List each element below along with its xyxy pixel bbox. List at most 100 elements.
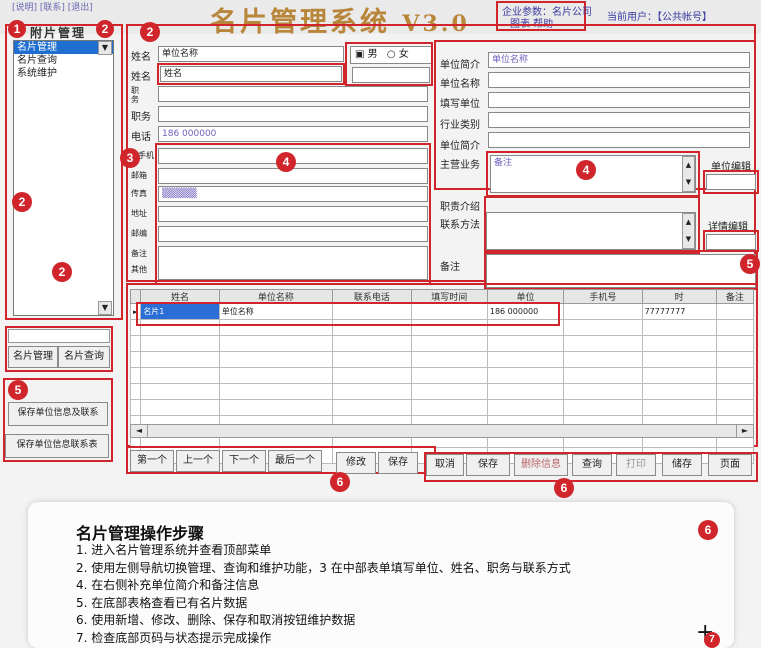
table-cell[interactable] — [486, 367, 565, 384]
table-cell[interactable] — [563, 303, 643, 320]
unit-name-input[interactable]: 单位名称 — [158, 46, 344, 62]
addr-label: 地址 — [131, 209, 147, 218]
table-cell[interactable] — [140, 335, 220, 352]
table-row-empty[interactable] — [129, 399, 755, 416]
table-cell[interactable] — [129, 383, 142, 400]
table-row-empty[interactable] — [129, 383, 755, 400]
table-cell[interactable] — [332, 383, 412, 400]
store-button[interactable]: 储存 — [662, 454, 702, 476]
table-hscroll-right[interactable]: ► — [736, 424, 754, 438]
table-cell[interactable] — [641, 351, 717, 368]
top-links[interactable]: [说明] [联系] [退出] — [12, 0, 93, 13]
table-cell[interactable] — [563, 335, 643, 352]
table-cell[interactable] — [218, 367, 334, 384]
save-unit-record-button[interactable]: 保存单位信息联系表 — [5, 434, 109, 458]
table-cell[interactable] — [129, 399, 142, 416]
col-header[interactable]: 时 — [641, 289, 717, 304]
table-cell[interactable] — [486, 351, 565, 368]
unit-brief-field[interactable] — [488, 132, 750, 148]
table-cell[interactable] — [641, 383, 717, 400]
table-cell[interactable] — [140, 383, 220, 400]
save-button[interactable]: 保存 — [378, 452, 418, 474]
save-unit-contact-button[interactable]: 保存单位信息及联系 — [8, 402, 108, 426]
table-hscroll-left[interactable]: ◄ — [130, 424, 148, 438]
tab-query[interactable]: 名片查询 — [58, 346, 110, 368]
table-hscroll[interactable] — [130, 424, 754, 438]
table-cell[interactable] — [715, 303, 755, 320]
table-cell[interactable] — [410, 367, 488, 384]
table-cell[interactable] — [563, 399, 643, 416]
table-cell[interactable] — [715, 399, 755, 416]
table-row-empty[interactable] — [129, 335, 755, 352]
table-cell[interactable] — [332, 351, 412, 368]
table-cell[interactable] — [140, 351, 220, 368]
tab-manage[interactable]: 名片管理 — [8, 346, 58, 368]
table-cell[interactable] — [140, 367, 220, 384]
table-cell[interactable] — [410, 351, 488, 368]
table-body: ► 名片1 单位名称 186 000000 77777777 — [129, 303, 755, 464]
table-cell[interactable] — [410, 335, 488, 352]
table-cell[interactable] — [563, 383, 643, 400]
table-cell[interactable] — [486, 399, 565, 416]
table-cell[interactable]: 77777777 — [641, 303, 717, 320]
unit-intro-input[interactable]: 单位名称 — [488, 52, 750, 68]
table-cell[interactable] — [218, 399, 334, 416]
table-cell[interactable] — [218, 335, 334, 352]
table-cell[interactable] — [641, 367, 717, 384]
table-cell[interactable] — [129, 351, 142, 368]
sidebar-scroll-button[interactable]: ▼ — [98, 41, 112, 55]
first-button[interactable]: 第一个 — [130, 450, 174, 472]
modify-button[interactable]: 修改 — [336, 452, 376, 474]
duty-input[interactable] — [158, 106, 428, 122]
col-header[interactable]: 备注 — [715, 289, 755, 304]
last-button[interactable]: 最后一个 — [268, 450, 322, 472]
table-cell[interactable] — [486, 335, 565, 352]
steps-title: 名片管理操作步骤 — [76, 524, 205, 543]
phone-input[interactable]: 186 000000 — [158, 126, 428, 142]
fill-unit-field[interactable] — [488, 92, 750, 108]
table-cell[interactable] — [563, 319, 643, 336]
table-cell[interactable] — [641, 319, 717, 336]
table-cell[interactable] — [563, 367, 643, 384]
table-cell[interactable] — [218, 383, 334, 400]
contact-method-label: 联系方法 — [440, 220, 480, 231]
cancel-button[interactable]: 取消 — [426, 454, 464, 476]
table-cell[interactable] — [129, 367, 142, 384]
table-cell[interactable] — [332, 367, 412, 384]
query-button[interactable]: 查询 — [572, 454, 612, 476]
page-button[interactable]: 页面 — [708, 454, 752, 476]
keep-button[interactable]: 保存 — [466, 454, 510, 476]
table-cell[interactable] — [410, 399, 488, 416]
table-cell[interactable] — [332, 335, 412, 352]
print-button[interactable]: 打印 — [616, 454, 656, 476]
duty-input-a[interactable] — [158, 86, 428, 102]
table-row-empty[interactable] — [129, 351, 755, 368]
table-cell[interactable] — [641, 399, 717, 416]
col-header[interactable]: 手机号 — [563, 289, 643, 304]
sidebar-item-query[interactable]: 名片查询 — [14, 54, 113, 67]
table-cell[interactable] — [410, 383, 488, 400]
table-cell[interactable] — [715, 383, 755, 400]
table-cell[interactable] — [715, 335, 755, 352]
sidebar-scroll-bottom[interactable]: ▼ — [98, 301, 112, 315]
first-row-highlight — [136, 302, 560, 326]
table-cell[interactable] — [563, 351, 643, 368]
delete-info-button[interactable]: 删除信息 — [514, 454, 568, 476]
table-cell[interactable] — [332, 399, 412, 416]
table-cell[interactable] — [715, 351, 755, 368]
table-cell[interactable] — [218, 351, 334, 368]
table-cell[interactable] — [140, 399, 220, 416]
table-cell[interactable] — [129, 335, 142, 352]
note-label: 备注 — [440, 262, 460, 273]
unit-name-field[interactable] — [488, 72, 750, 88]
next-button[interactable]: 下一个 — [222, 450, 266, 472]
table-cell[interactable] — [486, 383, 565, 400]
table-row-empty[interactable] — [129, 367, 755, 384]
gender-extra-input[interactable] — [352, 67, 430, 83]
table-cell[interactable] — [715, 319, 755, 336]
table-cell[interactable] — [715, 367, 755, 384]
prev-button[interactable]: 上一个 — [176, 450, 220, 472]
sidebar-item-maintain[interactable]: 系统维护 — [14, 67, 113, 80]
table-cell[interactable] — [641, 335, 717, 352]
industry-field[interactable] — [488, 112, 750, 128]
